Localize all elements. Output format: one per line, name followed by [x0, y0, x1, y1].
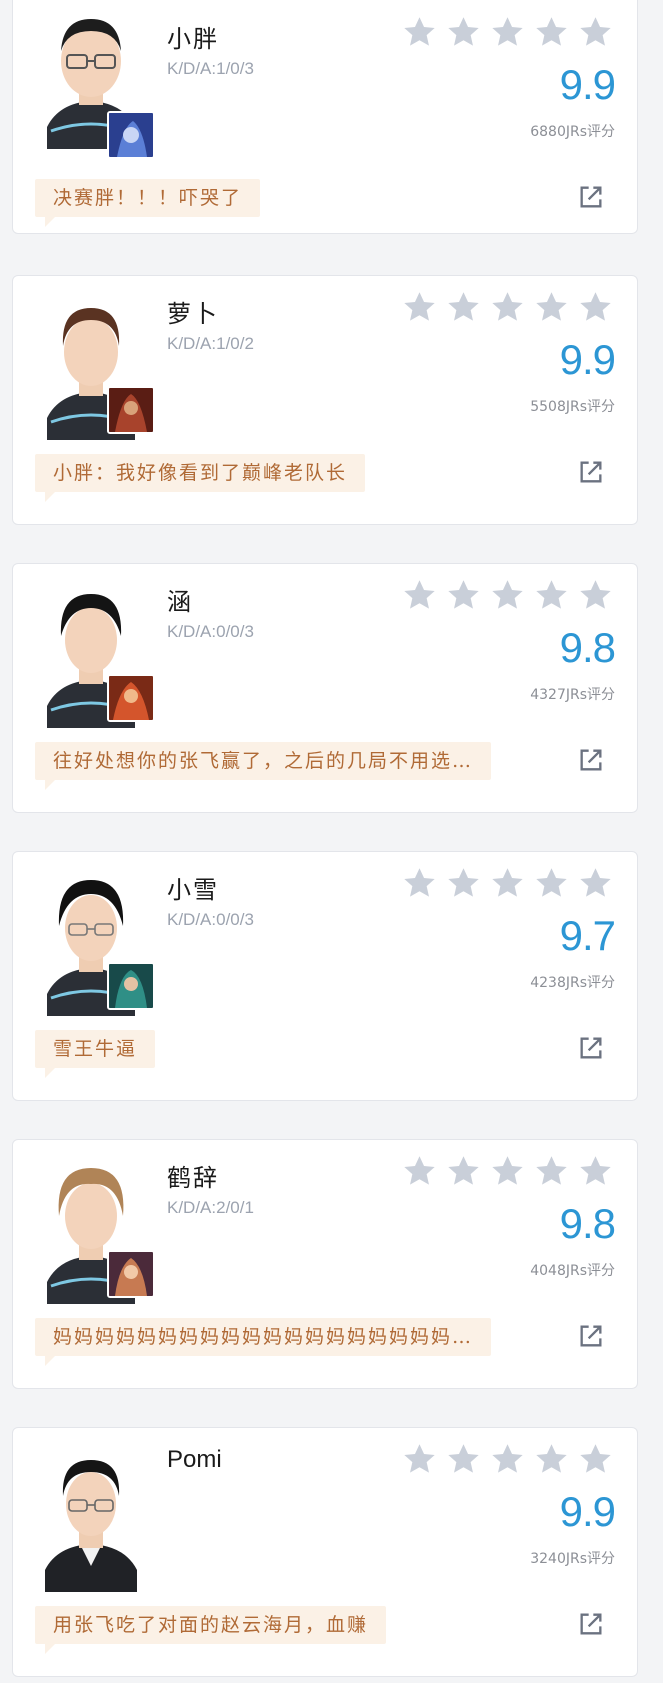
rating-count: 5508JRs评分 — [530, 399, 615, 415]
star-icon[interactable] — [402, 866, 437, 901]
star-icon[interactable] — [402, 290, 437, 325]
player-card[interactable]: 涵 K/D/A:0/0/3 9.8 4327JRs评分 往好处想你的张飞赢了，之… — [12, 563, 638, 813]
star-icon[interactable] — [534, 15, 569, 50]
star-icon[interactable] — [402, 1154, 437, 1189]
player-kda: K/D/A:2/0/1 — [167, 1198, 254, 1217]
share-icon[interactable] — [577, 458, 605, 486]
player-card[interactable]: Pomi 9.9 3240JRs评分 用张飞吃了对面的赵云海月，血赚 — [12, 1427, 638, 1677]
player-name: 鹤辞 — [167, 1164, 219, 1192]
star-icon[interactable] — [578, 15, 613, 50]
star-icon[interactable] — [578, 1442, 613, 1477]
rating-stars[interactable] — [402, 1154, 613, 1189]
rating-stars[interactable] — [402, 15, 613, 50]
top-comment[interactable]: 妈妈妈妈妈妈妈妈妈妈妈妈妈妈妈妈妈妈妈… — [35, 1318, 492, 1366]
player-name: Pomi — [167, 1446, 222, 1473]
hero-portrait-icon — [107, 111, 155, 159]
hero-portrait-icon — [107, 1250, 155, 1298]
player-score: 9.7 — [559, 912, 616, 959]
player-kda: K/D/A:0/0/3 — [167, 910, 254, 929]
top-comment[interactable]: 雪王牛逼 — [35, 1030, 156, 1078]
player-avatar — [45, 1442, 137, 1592]
player-name: 萝卜 — [167, 300, 219, 328]
star-icon[interactable] — [490, 290, 525, 325]
rating-count: 4048JRs评分 — [530, 1263, 615, 1279]
star-icon[interactable] — [446, 1154, 481, 1189]
player-name: 小胖 — [167, 25, 219, 53]
rating-count: 4327JRs评分 — [530, 687, 615, 703]
rating-count: 4238JRs评分 — [530, 975, 615, 991]
star-icon[interactable] — [490, 578, 525, 613]
star-icon[interactable] — [402, 578, 437, 613]
star-icon[interactable] — [534, 290, 569, 325]
player-kda: K/D/A:1/0/3 — [167, 59, 254, 78]
star-icon[interactable] — [578, 1154, 613, 1189]
rating-count: 6880JRs评分 — [530, 124, 615, 140]
star-icon[interactable] — [578, 578, 613, 613]
top-comment[interactable]: 小胖：我好像看到了巅峰老队长 — [35, 454, 366, 502]
star-icon[interactable] — [402, 1442, 437, 1477]
star-icon[interactable] — [446, 866, 481, 901]
star-icon[interactable] — [534, 578, 569, 613]
star-icon[interactable] — [534, 1442, 569, 1477]
star-icon[interactable] — [490, 1442, 525, 1477]
star-icon[interactable] — [490, 15, 525, 50]
hero-portrait-icon — [107, 386, 155, 434]
player-kda: K/D/A:1/0/2 — [167, 334, 254, 353]
player-score: 9.8 — [559, 1200, 616, 1247]
star-icon[interactable] — [534, 866, 569, 901]
hero-portrait-icon — [107, 962, 155, 1010]
star-icon[interactable] — [446, 15, 481, 50]
star-icon[interactable] — [446, 290, 481, 325]
player-card[interactable]: 鹤辞 K/D/A:2/0/1 9.8 4048JRs评分 妈妈妈妈妈妈妈妈妈妈妈… — [12, 1139, 638, 1389]
star-icon[interactable] — [578, 290, 613, 325]
player-score: 9.9 — [559, 61, 616, 108]
star-icon[interactable] — [490, 866, 525, 901]
top-comment[interactable]: 决赛胖！！！吓哭了 — [35, 179, 261, 227]
share-icon[interactable] — [577, 746, 605, 774]
star-icon[interactable] — [402, 15, 437, 50]
player-name: 涵 — [167, 588, 193, 616]
star-icon[interactable] — [490, 1154, 525, 1189]
share-icon[interactable] — [577, 1610, 605, 1638]
player-name: 小雪 — [167, 876, 219, 904]
share-icon[interactable] — [577, 1322, 605, 1350]
rating-stars[interactable] — [402, 290, 613, 325]
top-comment[interactable]: 用张飞吃了对面的赵云海月，血赚 — [35, 1606, 387, 1654]
player-score: 9.9 — [559, 336, 616, 383]
share-icon[interactable] — [577, 1034, 605, 1062]
star-icon[interactable] — [446, 1442, 481, 1477]
rating-count: 3240JRs评分 — [530, 1551, 615, 1567]
star-icon[interactable] — [446, 578, 481, 613]
star-icon[interactable] — [534, 1154, 569, 1189]
rating-stars[interactable] — [402, 1442, 613, 1477]
player-kda: K/D/A:0/0/3 — [167, 622, 254, 641]
player-score: 9.9 — [559, 1488, 616, 1535]
share-icon[interactable] — [577, 183, 605, 211]
player-card[interactable]: 萝卜 K/D/A:1/0/2 9.9 5508JRs评分 小胖：我好像看到了巅峰… — [12, 275, 638, 525]
rating-stars[interactable] — [402, 866, 613, 901]
hero-portrait-icon — [107, 674, 155, 722]
star-icon[interactable] — [578, 866, 613, 901]
rating-stars[interactable] — [402, 578, 613, 613]
player-score: 9.8 — [559, 624, 616, 671]
player-card[interactable]: 小胖 K/D/A:1/0/3 9.9 6880JRs评分 决赛胖！！！吓哭了 — [12, 0, 638, 234]
top-comment[interactable]: 往好处想你的张飞赢了，之后的几局不用选… — [35, 742, 492, 790]
player-card[interactable]: 小雪 K/D/A:0/0/3 9.7 4238JRs评分 雪王牛逼 — [12, 851, 638, 1101]
